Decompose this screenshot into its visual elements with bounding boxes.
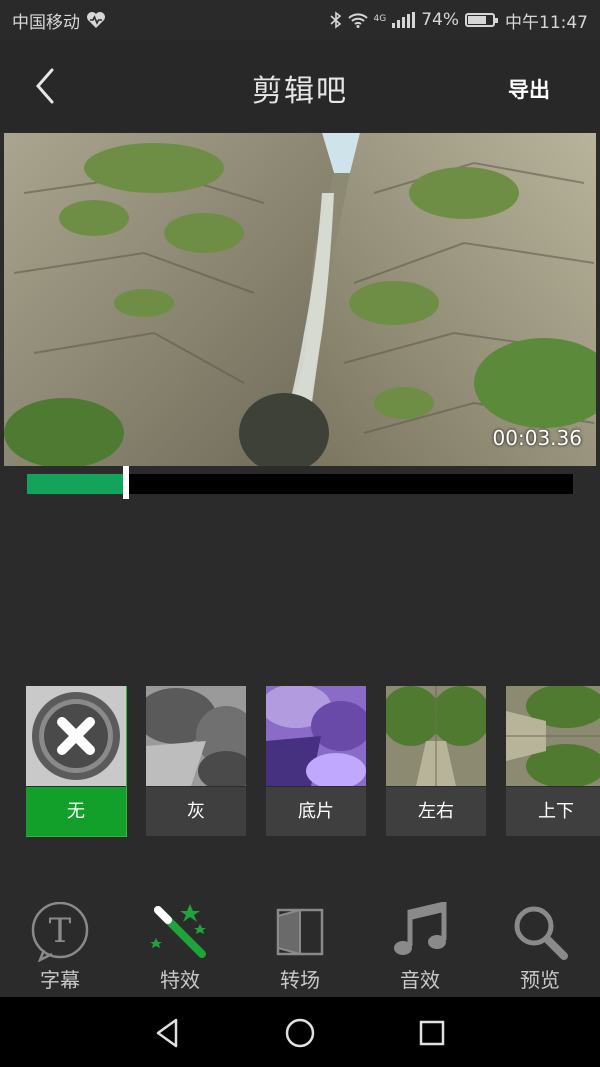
filter-item-mirror-lr[interactable]: 左右	[386, 686, 486, 836]
close-circle-icon	[32, 692, 120, 780]
system-nav-bar	[0, 997, 600, 1067]
filter-item-mirror-ud[interactable]: 上下	[506, 686, 600, 836]
timeline-progress-bar[interactable]	[27, 466, 573, 499]
network-type: 4G	[373, 13, 387, 24]
signal-icon	[392, 12, 416, 28]
wifi-icon	[347, 13, 368, 28]
progress-handle[interactable]	[123, 466, 130, 499]
filter-label: 底片	[266, 787, 366, 836]
battery-percent: 74%	[421, 10, 459, 30]
tool-audio[interactable]: 音效	[360, 890, 480, 996]
heart-icon	[87, 12, 105, 28]
filter-thumb	[266, 686, 366, 786]
nav-home-icon[interactable]	[282, 1015, 318, 1051]
filter-item-none[interactable]: 无	[26, 686, 127, 837]
filter-strip[interactable]: 无 灰 底片 左右 上下	[26, 686, 600, 838]
tool-label: 字幕	[40, 968, 80, 992]
music-note-icon	[394, 902, 447, 955]
nav-recents-icon[interactable]	[414, 1015, 450, 1051]
subtitle-icon: T	[31, 902, 89, 962]
clock: 中午11:47	[505, 12, 588, 33]
nav-back-icon[interactable]	[150, 1015, 186, 1051]
video-timecode: 00:03.36	[492, 426, 582, 450]
tool-label: 预览	[520, 968, 560, 992]
battery-icon	[465, 13, 498, 27]
carrier-label: 中国移动	[12, 12, 80, 33]
filter-thumb	[506, 686, 600, 786]
tool-label: 特效	[160, 968, 200, 992]
magnifier-icon	[514, 906, 568, 960]
tool-preview[interactable]: 预览	[480, 890, 600, 996]
filter-item-gray[interactable]: 灰	[146, 686, 246, 836]
filter-thumb	[146, 686, 246, 786]
title-bar: 剪辑吧 导出	[0, 40, 600, 132]
filter-thumb	[26, 686, 126, 786]
filter-label: 左右	[386, 787, 486, 836]
tool-transition[interactable]: 转场	[240, 890, 360, 996]
tool-label: 音效	[400, 968, 440, 992]
video-preview[interactable]: 00:03.36	[4, 133, 596, 466]
export-button[interactable]: 导出	[508, 74, 550, 104]
filter-thumb	[386, 686, 486, 786]
bottom-toolbar: T 字幕 特效 转场 音效 预览	[0, 890, 600, 996]
filter-item-negative[interactable]: 底片	[266, 686, 366, 836]
tool-effects[interactable]: 特效	[120, 890, 240, 996]
magic-wand-icon	[150, 904, 206, 958]
filter-label: 上下	[506, 787, 600, 836]
status-bar: 中国移动 4G 74% 中午11:47	[0, 0, 600, 40]
waterfall-scene-image	[4, 133, 596, 466]
svg-text:T: T	[49, 911, 72, 951]
transition-icon	[276, 908, 324, 956]
filter-label: 灰	[146, 787, 246, 836]
progress-fill	[27, 474, 126, 494]
tool-label: 转场	[280, 968, 320, 992]
bluetooth-icon	[329, 11, 341, 29]
filter-label: 无	[26, 787, 126, 836]
tool-subtitle[interactable]: T 字幕	[0, 890, 120, 996]
